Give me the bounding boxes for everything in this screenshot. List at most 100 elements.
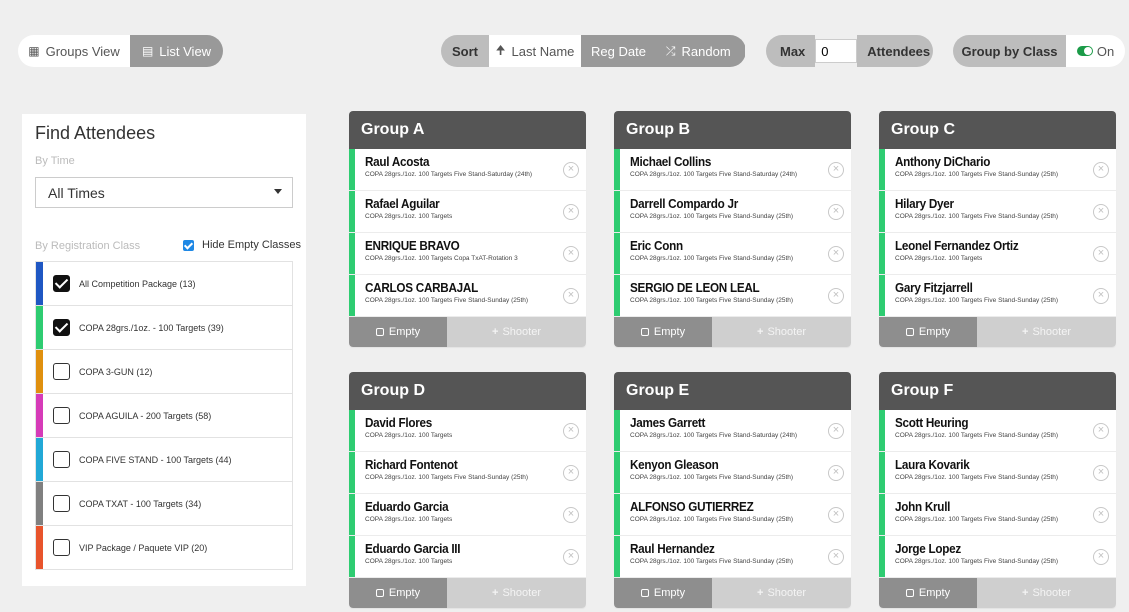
remove-icon[interactable]: × (1093, 549, 1109, 565)
member-class: COPA 28grs./1oz. 100 Targets Five Stand-… (895, 213, 1059, 220)
member-row[interactable]: SERGIO DE LEON LEAL COPA 28grs./1oz. 100 … (614, 275, 851, 317)
max-attendees-input[interactable] (815, 39, 858, 63)
class-color-bar (36, 526, 43, 569)
member-row[interactable]: Richard Fontenot COPA 28grs./1oz. 100 Tar… (349, 452, 586, 494)
member-row[interactable]: Gary Fitzjarrell COPA 28grs./1oz. 100 Tar… (879, 275, 1116, 317)
class-item[interactable]: COPA AGUILA - 200 Targets (58) (36, 394, 292, 438)
add-shooter-button[interactable]: + Shooter (447, 317, 586, 347)
checkbox-unchecked-icon[interactable] (53, 363, 70, 380)
remove-icon[interactable]: × (1093, 204, 1109, 220)
member-row[interactable]: Eduardo Garcia III COPA 28grs./1oz. 100 T… (349, 536, 586, 578)
member-name: Raul Acosta (365, 154, 430, 169)
member-row[interactable]: Anthony DiChario COPA 28grs./1oz. 100 Tar… (879, 149, 1116, 191)
sort-last-name-button[interactable]: 🠉 Last Name (489, 35, 581, 67)
hide-empty-classes-checkbox[interactable]: Hide Empty Classes (183, 239, 301, 251)
member-name: Eric Conn (630, 238, 683, 253)
square-icon (375, 328, 384, 336)
member-row[interactable]: Raul Acosta COPA 28grs./1oz. 100 Targets … (349, 149, 586, 191)
class-item[interactable]: COPA 28grs./1oz. - 100 Targets (39) (36, 306, 292, 350)
member-row[interactable]: Raul Hernandez COPA 28grs./1oz. 100 Targe… (614, 536, 851, 578)
member-row[interactable]: Eduardo Garcia COPA 28grs./1oz. 100 Targe… (349, 494, 586, 536)
checkbox-checked-icon[interactable] (53, 275, 70, 292)
group-card: Group F Scott Heuring COPA 28grs./1oz. 100… (879, 372, 1116, 608)
sort-random-label: Random (681, 43, 731, 59)
sort-reg-date-button[interactable]: Reg Date (581, 35, 656, 67)
class-item[interactable]: COPA TXAT - 100 Targets (34) (36, 482, 292, 526)
member-class: COPA 28grs./1oz. 100 Targets Five Stand-… (365, 297, 529, 304)
remove-icon[interactable]: × (1093, 423, 1109, 439)
remove-icon[interactable]: × (828, 246, 844, 262)
remove-icon[interactable]: × (1093, 246, 1109, 262)
remove-icon[interactable]: × (563, 549, 579, 565)
remove-icon[interactable]: × (563, 507, 579, 523)
checkbox-unchecked-icon[interactable] (53, 539, 70, 556)
class-item[interactable]: COPA 3-GUN (12) (36, 350, 292, 394)
member-name: Rafael Aguilar (365, 196, 440, 211)
member-row[interactable]: ENRIQUE BRAVO COPA 28grs./1oz. 100 Target… (349, 233, 586, 275)
shooter-label: Shooter (502, 326, 541, 338)
class-item[interactable]: COPA FIVE STAND - 100 Targets (44) (36, 438, 292, 482)
add-shooter-button[interactable]: + Shooter (447, 578, 586, 608)
group-by-class-toggle[interactable]: On (1066, 35, 1125, 67)
empty-button[interactable]: Empty (349, 578, 447, 608)
member-class: COPA 28grs./1oz. 100 Targets Five Stand-… (895, 558, 1059, 565)
member-row[interactable]: Scott Heuring COPA 28grs./1oz. 100 Target… (879, 410, 1116, 452)
member-name: John Krull (895, 499, 951, 514)
remove-icon[interactable]: × (1093, 288, 1109, 304)
remove-icon[interactable]: × (1093, 507, 1109, 523)
empty-button[interactable]: Empty (879, 317, 977, 347)
remove-icon[interactable]: × (563, 423, 579, 439)
member-row[interactable]: David Flores COPA 28grs./1oz. 100 Targets… (349, 410, 586, 452)
checkbox-unchecked-icon[interactable] (53, 451, 70, 468)
add-shooter-button[interactable]: + Shooter (977, 578, 1116, 608)
group-footer: Empty + Shooter (349, 317, 586, 347)
remove-icon[interactable]: × (828, 162, 844, 178)
member-class: COPA 28grs./1oz. 100 Targets Five Stand-… (630, 516, 794, 523)
remove-icon[interactable]: × (563, 288, 579, 304)
remove-icon[interactable]: × (828, 423, 844, 439)
groups-view-button[interactable]: ▦ Groups View (18, 35, 130, 67)
time-select[interactable]: All Times (35, 177, 293, 208)
member-row[interactable]: ALFONSO GUTIERREZ COPA 28grs./1oz. 100 Ta… (614, 494, 851, 536)
member-row[interactable]: Hilary Dyer COPA 28grs./1oz. 100 Targets … (879, 191, 1116, 233)
remove-icon[interactable]: × (828, 507, 844, 523)
list-view-button[interactable]: ▤ List View (130, 35, 223, 67)
empty-button[interactable]: Empty (879, 578, 977, 608)
add-shooter-button[interactable]: + Shooter (712, 578, 851, 608)
member-class: COPA 28grs./1oz. 100 Targets Five Stand-… (630, 255, 794, 262)
remove-icon[interactable]: × (563, 246, 579, 262)
checkbox-unchecked-icon[interactable] (53, 495, 70, 512)
remove-icon[interactable]: × (563, 204, 579, 220)
member-row[interactable]: John Krull COPA 28grs./1oz. 100 Targets F… (879, 494, 1116, 536)
add-shooter-button[interactable]: + Shooter (977, 317, 1116, 347)
remove-icon[interactable]: × (828, 288, 844, 304)
member-row[interactable]: Jorge Lopez COPA 28grs./1oz. 100 Targets … (879, 536, 1116, 578)
square-icon (640, 589, 649, 597)
remove-icon[interactable]: × (828, 204, 844, 220)
remove-icon[interactable]: × (563, 465, 579, 481)
class-item[interactable]: VIP Package / Paquete VIP (20) (36, 526, 292, 570)
member-row[interactable]: Darrell Compardo Jr COPA 28grs./1oz. 100 … (614, 191, 851, 233)
remove-icon[interactable]: × (1093, 465, 1109, 481)
checkbox-checked-icon[interactable] (53, 319, 70, 336)
empty-label: Empty (653, 587, 686, 599)
member-row[interactable]: CARLOS CARBAJAL COPA 28grs./1oz. 100 Targ… (349, 275, 586, 317)
remove-icon[interactable]: × (828, 549, 844, 565)
member-row[interactable]: Michael Collins COPA 28grs./1oz. 100 Targ… (614, 149, 851, 191)
member-row[interactable]: Rafael Aguilar COPA 28grs./1oz. 100 Targe… (349, 191, 586, 233)
empty-button[interactable]: Empty (614, 578, 712, 608)
empty-button[interactable]: Empty (349, 317, 447, 347)
remove-icon[interactable]: × (828, 465, 844, 481)
checkbox-unchecked-icon[interactable] (53, 407, 70, 424)
remove-icon[interactable]: × (563, 162, 579, 178)
member-row[interactable]: James Garrett COPA 28grs./1oz. 100 Target… (614, 410, 851, 452)
member-row[interactable]: Eric Conn COPA 28grs./1oz. 100 Targets Fi… (614, 233, 851, 275)
remove-icon[interactable]: × (1093, 162, 1109, 178)
member-row[interactable]: Kenyon Gleason COPA 28grs./1oz. 100 Targe… (614, 452, 851, 494)
add-shooter-button[interactable]: + Shooter (712, 317, 851, 347)
member-row[interactable]: Leonel Fernandez Ortiz COPA 28grs./1oz. 1… (879, 233, 1116, 275)
empty-button[interactable]: Empty (614, 317, 712, 347)
class-item[interactable]: All Competition Package (13) (36, 262, 292, 306)
sort-random-button[interactable]: ⤮ Random (655, 35, 745, 67)
member-row[interactable]: Laura Kovarik COPA 28grs./1oz. 100 Target… (879, 452, 1116, 494)
